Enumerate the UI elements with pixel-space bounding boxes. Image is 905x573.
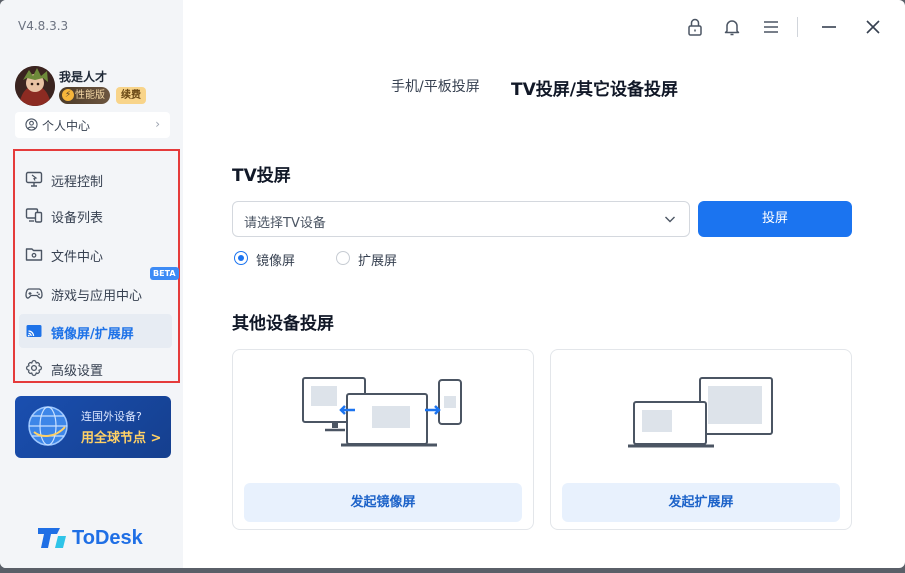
remote-control-icon [25, 171, 43, 187]
start-extend-button[interactable]: 发起扩展屏 [562, 483, 840, 522]
sidebar-nav: 远程控制 设备列表 文件中心 游戏与应用中心 BETA 镜像屏/扩展屏 高级设置 [13, 149, 180, 383]
lock-icon[interactable] [685, 17, 705, 37]
sidebar-item-advanced-settings[interactable]: 高级设置 [19, 351, 172, 385]
sidebar-item-file-center[interactable]: 文件中心 [19, 237, 172, 271]
radio-extend-label: 扩展屏 [358, 254, 398, 269]
version-label: V4.8.3.3 [18, 19, 69, 33]
globe-icon [28, 406, 68, 446]
cast-button[interactable]: 投屏 [698, 201, 852, 237]
avatar[interactable] [15, 66, 55, 106]
start-mirror-button[interactable]: 发起镜像屏 [244, 483, 522, 522]
todesk-logo-icon [38, 528, 66, 548]
gear-icon [25, 359, 43, 377]
performance-badge: ⚡ 性能版 [59, 87, 110, 104]
sidebar-item-label: 高级设置 [51, 364, 104, 379]
personal-center-button[interactable]: 个人中心 › [15, 112, 170, 138]
device-list-icon [25, 208, 43, 223]
sidebar-item-label: 设备列表 [51, 211, 104, 226]
tab-tv-other-cast[interactable]: TV投屏/其它设备投屏 [511, 75, 678, 100]
promo-line-1: 连国外设备? [81, 410, 142, 423]
sidebar-item-mirror-extend[interactable]: 镜像屏/扩展屏 [19, 314, 172, 348]
renew-badge[interactable]: 续费 [116, 87, 146, 104]
sidebar-item-label: 文件中心 [51, 250, 104, 265]
radio-mirror-dot [234, 251, 248, 265]
app-window: V4.8.3.3 我是人才 ⚡ 性能版 续费 个人中心 › 远程控制 设备列表 … [0, 0, 905, 568]
menu-icon[interactable] [761, 17, 781, 37]
sidebar-item-remote-control[interactable]: 远程控制 [19, 162, 172, 196]
sidebar-item-label: 游戏与应用中心 [51, 289, 143, 304]
promo-line-2: 用全球节点 > [81, 431, 162, 446]
brand-name: ToDesk [72, 527, 143, 549]
close-icon[interactable] [863, 17, 883, 37]
cast-icon [26, 325, 42, 337]
tv-cast-title: TV投屏 [232, 166, 291, 186]
sidebar-item-label: 镜像屏/扩展屏 [51, 327, 134, 342]
sidebar: V4.8.3.3 我是人才 ⚡ 性能版 续费 个人中心 › 远程控制 设备列表 … [0, 0, 183, 568]
bolt-icon: ⚡ [62, 89, 74, 101]
profile-card[interactable]: 我是人才 ⚡ 性能版 续费 [15, 65, 175, 106]
sidebar-item-label: 远程控制 [51, 175, 104, 190]
personal-center-label: 个人中心 [42, 119, 91, 133]
tab-phone-tablet-cast[interactable]: 手机/平板投屏 [391, 76, 480, 96]
other-devices-title: 其他设备投屏 [232, 314, 334, 334]
tv-device-select-value: 请选择TV设备 [244, 216, 326, 231]
chevron-down-icon [665, 216, 675, 223]
global-node-promo-banner[interactable]: 连国外设备? 用全球节点 > [15, 396, 171, 458]
extend-card: 发起扩展屏 [550, 349, 852, 530]
sidebar-item-device-list[interactable]: 设备列表 [19, 198, 172, 232]
chevron-right-icon: › [155, 117, 160, 131]
performance-badge-label: 性能版 [75, 90, 105, 101]
username: 我是人才 [59, 70, 108, 84]
beta-badge: BETA [150, 267, 179, 280]
mirror-card: 发起镜像屏 [232, 349, 534, 530]
mirror-illustration [302, 377, 462, 447]
extend-illustration [628, 377, 773, 448]
radio-extend-dot [336, 251, 350, 265]
folder-icon [25, 248, 43, 261]
minimize-icon[interactable] [819, 17, 839, 37]
bell-icon[interactable] [722, 17, 742, 37]
tv-device-select[interactable]: 请选择TV设备 [232, 201, 690, 237]
titlebar-divider [797, 17, 798, 37]
user-circle-icon [25, 118, 38, 131]
radio-mirror-label: 镜像屏 [256, 254, 296, 269]
sidebar-item-game-app-center[interactable]: 游戏与应用中心 [19, 276, 172, 310]
gamepad-icon [25, 288, 43, 299]
